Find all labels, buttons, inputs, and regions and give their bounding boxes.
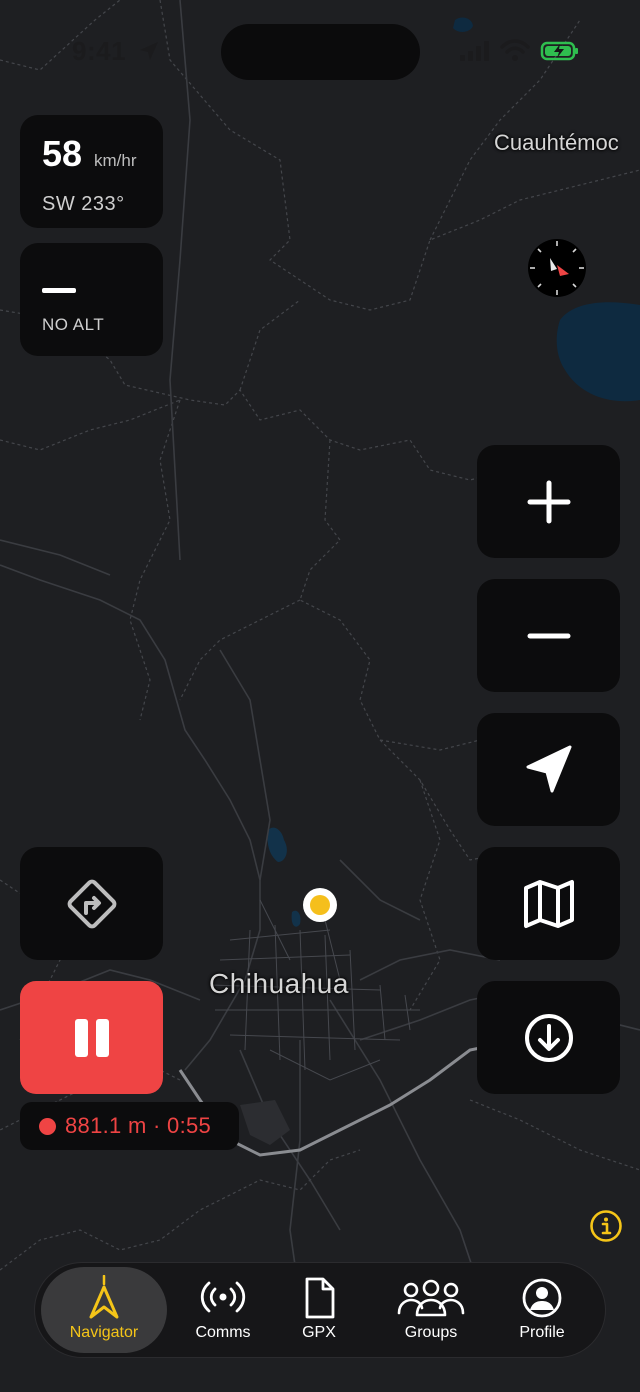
- cellular-signal-icon: [460, 41, 489, 61]
- route-turn-icon: [67, 879, 117, 929]
- pause-recording-button[interactable]: [20, 981, 163, 1094]
- speed-value: 58: [42, 133, 83, 174]
- tab-groups[interactable]: Groups: [373, 1263, 489, 1357]
- heading-readout: SW 233°: [42, 193, 125, 215]
- location-arrow-icon: [140, 42, 158, 60]
- route-button[interactable]: [20, 847, 163, 960]
- dynamic-island: [221, 24, 420, 80]
- tab-navigator[interactable]: Navigator: [41, 1267, 167, 1353]
- altitude-panel: NO ALT: [20, 243, 163, 356]
- tab-gpx[interactable]: GPX: [277, 1263, 361, 1357]
- status-time: 9:41: [72, 36, 127, 66]
- dash-icon: [42, 288, 76, 293]
- speed-unit: km/hr: [94, 151, 137, 170]
- navigator-icon: [89, 1275, 119, 1319]
- map-label-chihuahua: Chihuahua: [209, 968, 349, 999]
- recording-dot-icon: [39, 1118, 56, 1135]
- tab-comms[interactable]: Comms: [169, 1263, 277, 1357]
- speed-panel: 58 km/hr SW 233°: [20, 115, 163, 228]
- info-icon[interactable]: [589, 1209, 623, 1243]
- download-button[interactable]: [477, 981, 620, 1094]
- zoom-in-button[interactable]: [477, 445, 620, 558]
- navigator-screen: 9:41 58 km/hr SW 233° NO ALT Cuauhtémoc …: [0, 0, 640, 1392]
- download-icon: [525, 1014, 573, 1062]
- user-location-marker: [303, 888, 337, 922]
- map-layers-button[interactable]: [477, 847, 620, 960]
- battery-charging-icon: [540, 41, 578, 61]
- file-icon: [305, 1277, 335, 1319]
- tab-label-navigator: Navigator: [69, 1324, 139, 1341]
- tab-bar: Navigator Comms GPX Groups Profile: [34, 1262, 606, 1358]
- map-label-cuauhtemoc: Cuauhtémoc: [494, 130, 619, 155]
- zoom-in-icon: [527, 480, 571, 524]
- compass-icon[interactable]: [527, 238, 587, 298]
- groups-icon: [397, 1279, 465, 1317]
- tab-label-profile: Profile: [519, 1324, 565, 1341]
- profile-icon: [522, 1278, 562, 1318]
- map-icon: [524, 880, 574, 928]
- tab-label-comms: Comms: [195, 1324, 251, 1341]
- pause-icon: [75, 1019, 88, 1057]
- tab-label-gpx: GPX: [302, 1324, 336, 1341]
- recording-summary: 881.1 m · 0:55: [65, 1113, 212, 1138]
- altitude-label: NO ALT: [42, 315, 105, 334]
- recording-status-chip: 881.1 m · 0:55: [20, 1102, 239, 1150]
- navigation-arrow-icon: [526, 745, 572, 793]
- zoom-out-button[interactable]: [477, 579, 620, 692]
- zoom-out-icon: [527, 633, 571, 639]
- locate-me-button[interactable]: [477, 713, 620, 826]
- tab-profile[interactable]: Profile: [497, 1263, 587, 1357]
- wifi-icon: [500, 39, 530, 61]
- tab-label-groups: Groups: [404, 1324, 458, 1341]
- broadcast-icon: [200, 1281, 246, 1313]
